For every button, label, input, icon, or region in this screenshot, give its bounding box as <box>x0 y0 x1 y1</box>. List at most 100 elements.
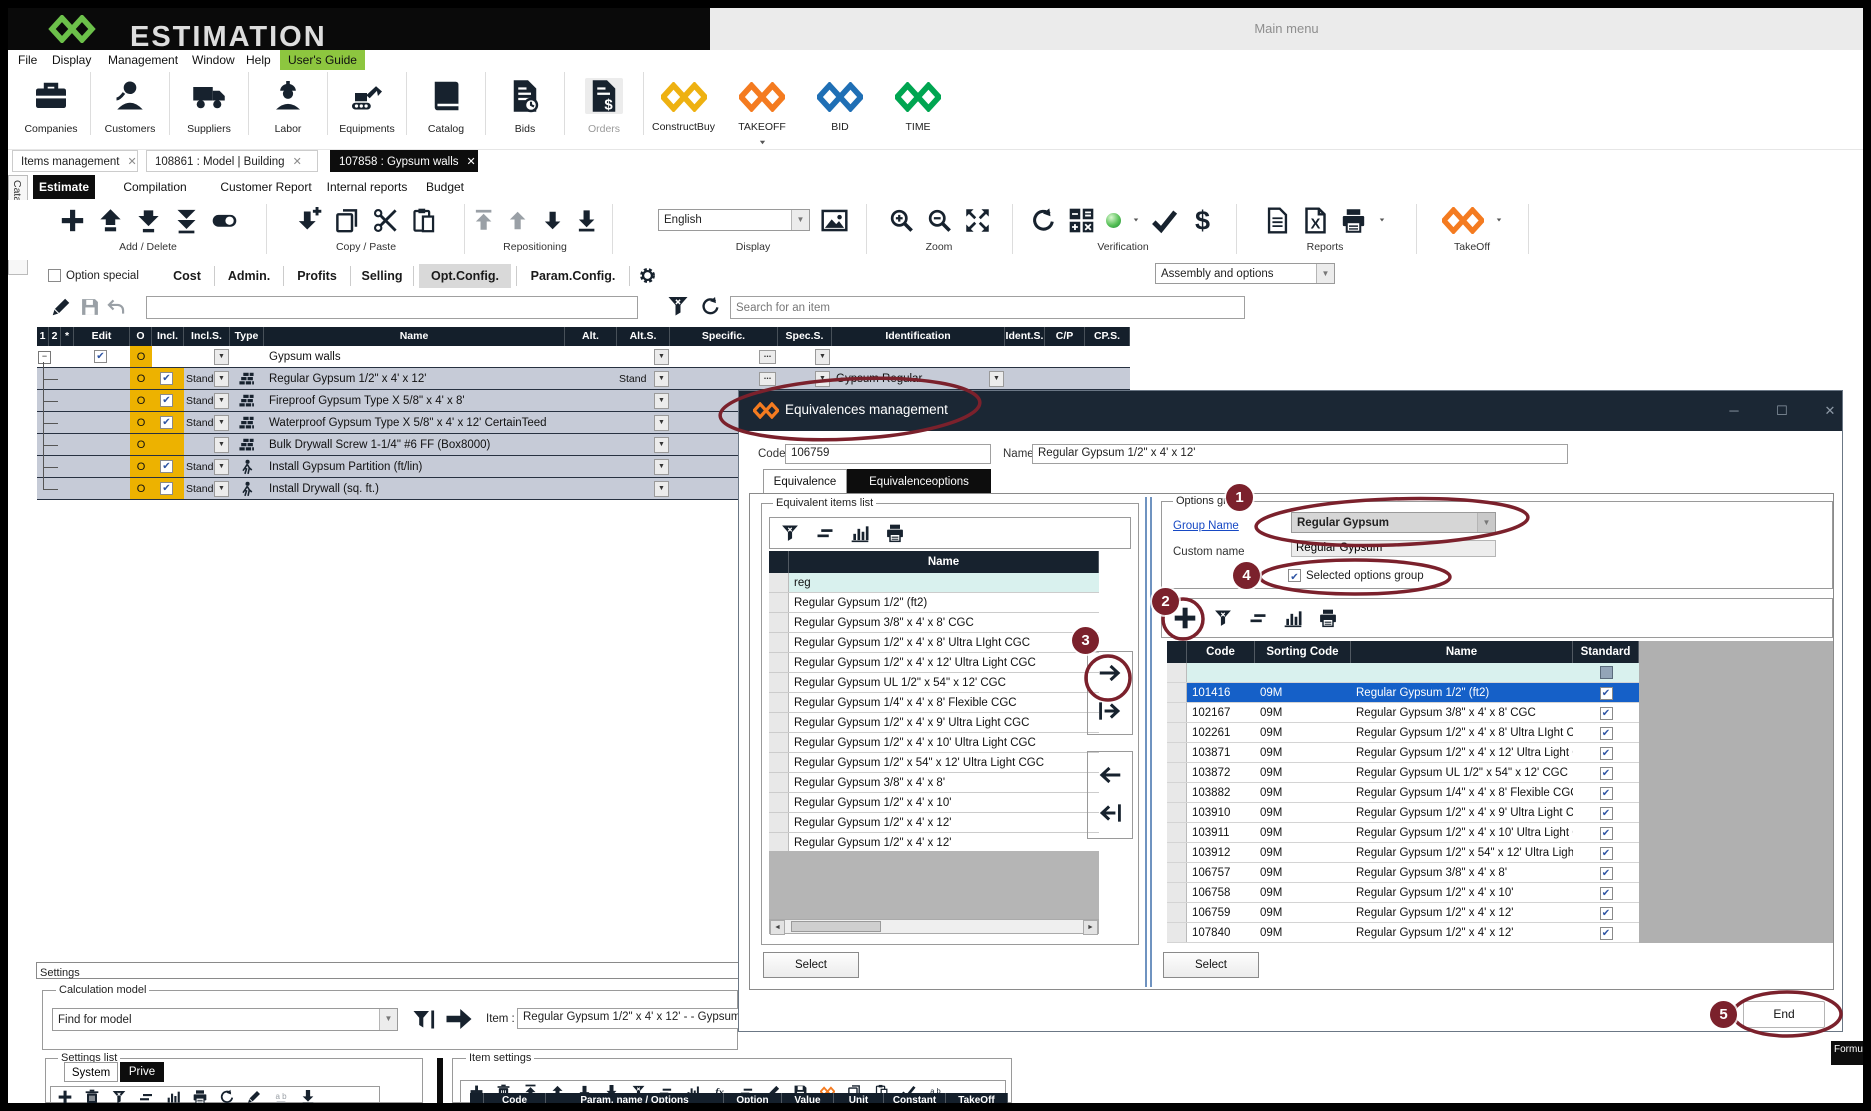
takeoff-logo-icon[interactable] <box>1442 207 1484 234</box>
print-icon[interactable] <box>885 523 905 543</box>
grid-alts-cell[interactable]: Stand▼ <box>617 368 670 390</box>
grid-header-ident-s[interactable]: Ident.S. <box>1005 327 1045 346</box>
grid-incls-cell[interactable]: ▼ <box>184 346 230 368</box>
tab-equivalence-options[interactable]: Equivalenceoptions <box>847 469 991 494</box>
print-icon[interactable] <box>1340 207 1367 234</box>
options-table-row[interactable]: 10216709MRegular Gypsum 3/8" x 4' x 8' C… <box>1167 703 1639 723</box>
toolbar-item-bid[interactable]: BID <box>801 72 879 133</box>
grid-name-cell[interactable]: Waterproof Gypsum Type X 5/8" x 4' x 12'… <box>264 412 565 434</box>
grid-name-cell[interactable]: Bulk Drywall Screw 1-1/4" #6 FF (Box8000… <box>264 434 565 456</box>
tab-estimate[interactable]: Estimate <box>33 175 95 199</box>
list-item[interactable]: Regular Gypsum 1/2" x 4' x 12' <box>769 813 1099 833</box>
chevron-down-icon[interactable]: ▼ <box>654 349 669 365</box>
toolbar-item-equipments[interactable]: Equipments <box>328 72 407 135</box>
menu-window[interactable]: Window <box>192 53 235 67</box>
options-table-row[interactable]: 10226109MRegular Gypsum 1/2" x 4' x 8' U… <box>1167 723 1639 743</box>
grid-header-c-p[interactable]: C/P <box>1045 327 1085 346</box>
toolbar-item-catalog[interactable]: Catalog <box>407 72 486 135</box>
code-field[interactable]: 106759 <box>785 444 991 464</box>
options-filter-row[interactable] <box>1167 663 1639 683</box>
chevron-down-icon[interactable]: ▼ <box>214 459 229 475</box>
move-down-icon[interactable] <box>541 207 564 234</box>
verify-check-icon[interactable] <box>1151 207 1178 234</box>
close-icon[interactable]: ✕ <box>1815 401 1845 421</box>
refresh-icon[interactable] <box>1030 207 1057 234</box>
chevron-down-icon[interactable]: ▼ <box>815 371 830 387</box>
grid-incl-cell[interactable] <box>152 456 184 478</box>
options-table-row[interactable]: 10391009MRegular Gypsum 1/2" x 4' x 9' U… <box>1167 803 1639 823</box>
language-select[interactable]: English▼ <box>658 209 810 231</box>
filter-icon[interactable] <box>666 294 690 318</box>
grid-incl-cell[interactable] <box>152 346 184 368</box>
sort-icon[interactable] <box>815 523 835 543</box>
tab-customer-report[interactable]: Customer Report <box>218 175 314 199</box>
grid-alts-cell[interactable]: ▼ <box>617 390 670 412</box>
chevron-down-icon[interactable]: ▼ <box>654 371 669 387</box>
grid-name-cell[interactable]: Install Gypsum Partition (ft/lin) <box>264 456 565 478</box>
custom-name-field[interactable]: Regular Gypsum <box>1291 540 1496 557</box>
menu-display[interactable]: Display <box>52 53 91 67</box>
gear-icon[interactable] <box>638 266 657 285</box>
chevron-down-icon[interactable]: ▼ <box>1477 513 1495 532</box>
menu-management[interactable]: Management <box>108 53 178 67</box>
chevron-down-icon[interactable]: ▼ <box>654 415 669 431</box>
grid-incls-cell[interactable]: Stand▼ <box>184 390 230 412</box>
grid-edit-cell[interactable] <box>74 456 130 478</box>
grid-header-identification[interactable]: Identification <box>832 327 1005 346</box>
grid-edit-cell[interactable] <box>74 434 130 456</box>
toolbar-item-labor[interactable]: Labor <box>249 72 328 135</box>
ellipsis-button[interactable]: ... <box>759 350 776 364</box>
grid-incl-cell[interactable] <box>152 390 184 412</box>
splitter[interactable] <box>1150 497 1152 987</box>
options-table-row[interactable]: 10387209MRegular Gypsum UL 1/2" x 54" x … <box>1167 763 1639 783</box>
grid-identification-cell[interactable]: Gypsum Regular▼ <box>832 368 1005 390</box>
chevron-down-icon[interactable]: ▼ <box>791 210 809 230</box>
grid-incl-cell[interactable] <box>152 412 184 434</box>
grid-edit-cell[interactable] <box>74 412 130 434</box>
tab-budget[interactable]: Budget <box>420 175 470 199</box>
config-admin-button[interactable]: Admin. <box>220 264 278 288</box>
doc-tab-model-building[interactable]: 108861 : Model | Building✕ <box>146 150 318 172</box>
edit-pencil-icon[interactable] <box>50 296 72 318</box>
menu-users-guide[interactable]: User's Guide <box>280 50 365 70</box>
grid-edit-cell[interactable] <box>74 368 130 390</box>
move-left-icon[interactable] <box>1097 762 1123 788</box>
grid-alts-cell[interactable]: ▼ <box>617 456 670 478</box>
grid-incl-cell[interactable] <box>152 434 184 456</box>
grid-header-edit[interactable]: Edit <box>74 327 130 346</box>
end-button[interactable]: End <box>1743 1001 1825 1028</box>
chevron-down-icon[interactable]: ▼ <box>1316 264 1334 283</box>
options-table-row[interactable]: 10675809MRegular Gypsum 1/2" x 4' x 10' <box>1167 883 1639 903</box>
list-item[interactable]: Regular Gypsum 3/8" x 4' x 8' <box>769 773 1099 793</box>
item-edit-input[interactable] <box>146 296 638 319</box>
add-icon[interactable] <box>59 207 86 234</box>
grid-incls-cell[interactable]: Stand▼ <box>184 368 230 390</box>
splitter[interactable] <box>1145 497 1147 987</box>
grid-incl-cell[interactable] <box>152 368 184 390</box>
copy-icon[interactable] <box>334 207 361 234</box>
zoom-out-icon[interactable] <box>926 207 953 234</box>
print-icon[interactable] <box>1318 608 1338 628</box>
chevron-down-icon[interactable]: ▼ <box>989 371 1004 387</box>
assembly-options-select[interactable]: Assembly and options▼ <box>1155 263 1335 284</box>
grid-header-type[interactable]: Type <box>230 327 264 346</box>
grid-alts-cell[interactable]: ▼ <box>617 434 670 456</box>
grid-header-spec-s[interactable]: Spec.S. <box>778 327 832 346</box>
grid-name-cell[interactable]: Gypsum walls <box>264 346 565 368</box>
grid-specific-cell[interactable]: ... <box>670 368 778 390</box>
grid-edit-cell[interactable] <box>74 390 130 412</box>
select-right-button[interactable]: Select <box>1163 952 1259 978</box>
chevron-down-icon[interactable]: ▼ <box>214 349 229 365</box>
menu-help[interactable]: Help <box>246 53 271 67</box>
scroll-right-icon[interactable]: ► <box>1083 920 1098 935</box>
toolbar-item-constructbuy[interactable]: ConstructBuy <box>644 72 723 133</box>
grid-name-cell[interactable]: Fireproof Gypsum Type X 5/8" x 4' x 8' <box>264 390 565 412</box>
close-icon[interactable]: ✕ <box>467 156 476 168</box>
move-all-right-icon[interactable] <box>1097 698 1123 724</box>
doc-tab-items-management[interactable]: Items management✕ <box>12 150 138 172</box>
filter-icon[interactable] <box>780 523 800 543</box>
chevron-down-icon[interactable] <box>758 139 767 146</box>
grid-alt-cell[interactable] <box>565 478 617 500</box>
list-item[interactable]: Regular Gypsum 1/2" x 4' x 12' <box>769 833 1099 853</box>
group-name-select[interactable]: Regular Gypsum▼ <box>1291 512 1496 533</box>
